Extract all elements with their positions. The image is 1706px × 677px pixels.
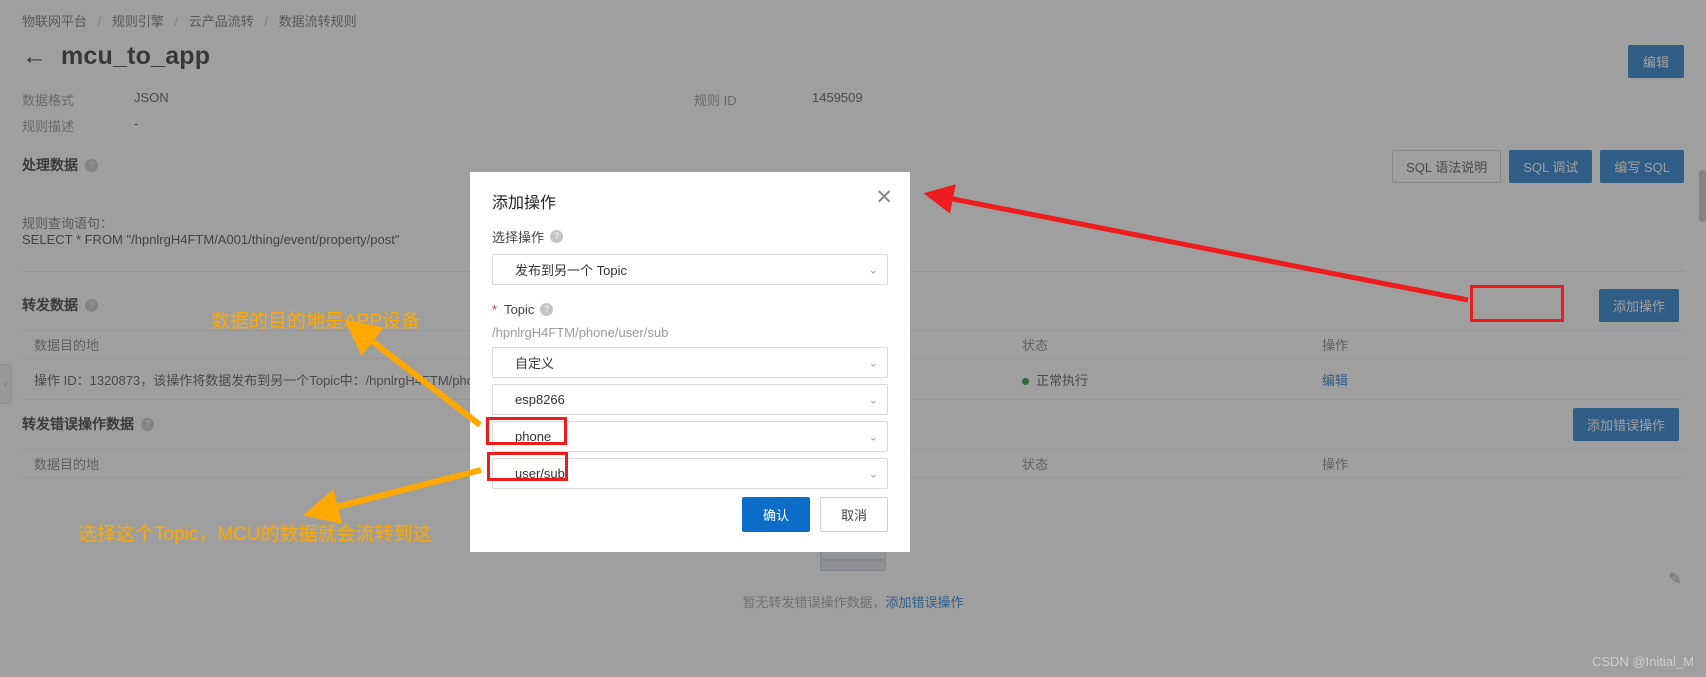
topic-label-text: Topic [504,302,535,317]
chevron-down-icon: ⌄ [868,431,878,443]
dialog-title: 添加操作 [492,195,557,212]
chevron-down-icon: ⌄ [868,394,878,406]
topic-preview-text: /hpnlrgH4FTM/phone/user/sub [492,325,669,340]
topic-device-select[interactable]: phone ⌄ [492,421,888,452]
topic-field-label: * Topic ? [492,302,888,317]
topic-suffix-select[interactable]: user/sub ⌄ [492,458,888,489]
operation-select-value: 发布到另一个 Topic [515,263,627,278]
operation-label-text: 选择操作 [492,230,545,245]
cancel-button[interactable]: 取消 [819,497,888,532]
dialog-body: 选择操作 ? 发布到另一个 Topic ⌄ * Topic ? /hpnlrgH… [492,227,888,495]
topic-product-select[interactable]: esp8266 ⌄ [492,384,888,415]
help-icon[interactable]: ? [550,230,564,243]
topic-product-select-value: esp8266 [515,392,565,407]
help-icon[interactable]: ? [540,303,554,316]
required-asterisk: * [492,302,498,317]
chevron-down-icon: ⌄ [868,468,878,480]
chevron-down-icon: ⌄ [868,357,878,369]
close-icon[interactable]: ✕ [875,187,893,208]
chevron-down-icon: ⌄ [868,264,878,276]
topic-mode-select[interactable]: 自定义 ⌄ [492,347,888,378]
operation-select[interactable]: 发布到另一个 Topic ⌄ [492,254,888,285]
topic-mode-select-value: 自定义 [515,356,555,371]
topic-suffix-select-value: user/sub [515,466,565,481]
dialog-footer: 确认 取消 [741,497,888,532]
topic-device-select-value: phone [515,429,552,444]
confirm-button[interactable]: 确认 [741,497,810,532]
add-operation-dialog: 添加操作 ✕ 选择操作 ? 发布到另一个 Topic ⌄ * Topic ? /… [470,172,910,552]
operation-field-label: 选择操作 ? [492,227,888,246]
